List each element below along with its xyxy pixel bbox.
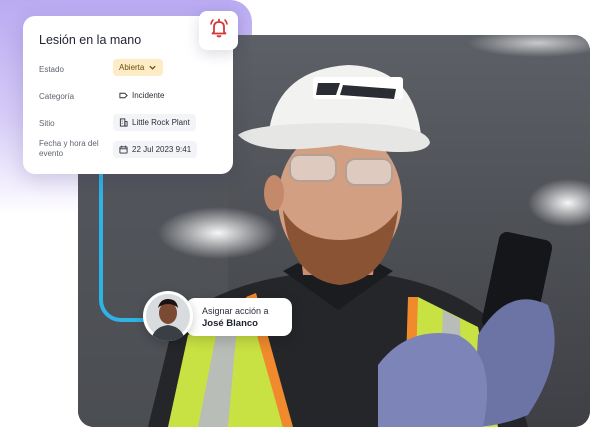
category-value: Incidente [132, 91, 165, 100]
bell-alert-icon [207, 16, 231, 45]
status-value: Abierta [119, 63, 145, 72]
incident-title: Lesión en la mano [39, 33, 142, 47]
datetime-label: Fecha y hora del evento [39, 139, 99, 158]
site-label: Sitio [39, 119, 55, 128]
alert-button[interactable] [199, 11, 238, 50]
category-chip: Incidente [113, 87, 170, 104]
assignment-connector-line [99, 174, 147, 322]
site-value: Little Rock Plant [132, 118, 190, 127]
tag-icon [119, 91, 128, 100]
assignee-name: José Blanco [202, 318, 258, 329]
chevron-down-icon [148, 63, 157, 72]
building-icon [119, 118, 128, 127]
datetime-chip: 22 Jul 2023 9:41 [113, 141, 198, 158]
assign-action-card[interactable]: Asignar acción a José Blanco [186, 298, 292, 336]
datetime-value: 22 Jul 2023 9:41 [132, 145, 192, 154]
status-dropdown[interactable]: Abierta [113, 59, 164, 76]
assign-prompt: Asignar acción a [202, 306, 269, 316]
status-label: Estado [39, 65, 64, 74]
calendar-icon [119, 145, 128, 154]
category-label: Categoría [39, 92, 75, 101]
site-chip: Little Rock Plant [113, 114, 196, 131]
avatar [143, 291, 193, 341]
